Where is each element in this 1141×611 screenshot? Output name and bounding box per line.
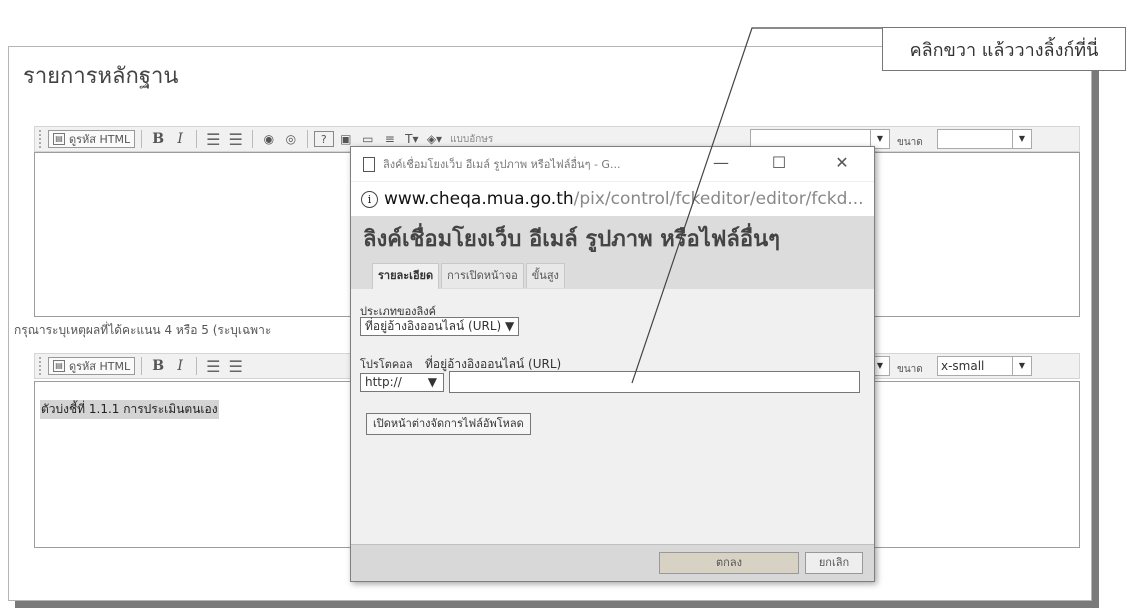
instruction-callout: คลิกขวา แล้ววางลิ้งก์ที่นี่ <box>882 27 1126 71</box>
callout-pointer <box>631 27 882 384</box>
